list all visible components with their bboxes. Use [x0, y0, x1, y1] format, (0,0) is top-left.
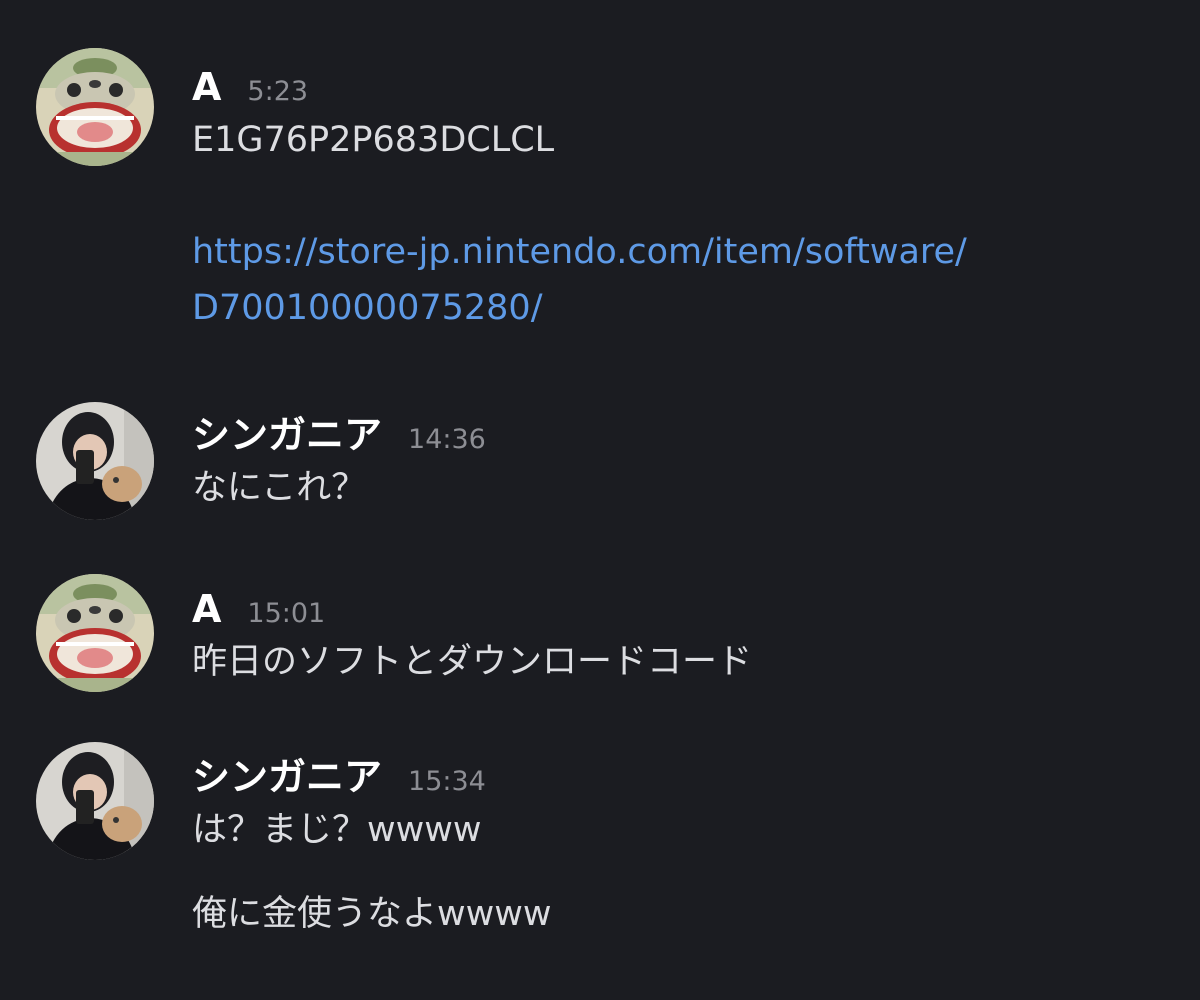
- store-link-line[interactable]: https://store-jp.nintendo.com/item/softw…: [192, 224, 1180, 280]
- message-header: シンガニア 14:36: [192, 410, 1180, 460]
- message-text: は？まじ？wwww: [192, 810, 482, 850]
- username[interactable]: A: [192, 584, 221, 634]
- person-photo-avatar[interactable]: [36, 402, 154, 520]
- message-content: シンガニア 14:36 なにこれ？: [192, 410, 1180, 516]
- username[interactable]: シンガニア: [192, 752, 382, 802]
- timestamp: 5:23: [247, 76, 309, 107]
- message-text: なにこれ？: [192, 468, 367, 508]
- message-text: 昨日のソフトとダウンロードコード: [192, 642, 753, 682]
- person-photo-avatar[interactable]: [36, 742, 154, 860]
- message-text: 俺に金使うなよwwww: [192, 894, 552, 934]
- store-link-line[interactable]: D70010000075280/: [192, 280, 1180, 336]
- username[interactable]: シンガニア: [192, 410, 382, 460]
- message-content: A 15:01 昨日のソフトとダウンロードコード: [192, 584, 1180, 690]
- store-link[interactable]: https://store-jp.nintendo.com/item/softw…: [192, 224, 1180, 336]
- message-header: A 15:01: [192, 584, 1180, 634]
- username[interactable]: A: [192, 62, 221, 112]
- timestamp: 15:34: [408, 766, 486, 797]
- cartoon-face-avatar[interactable]: [36, 574, 154, 692]
- cartoon-face-avatar[interactable]: [36, 48, 154, 166]
- timestamp: 15:01: [247, 598, 326, 629]
- message-header: シンガニア 15:34: [192, 752, 1180, 802]
- message-content: A 5:23 E1G76P2P683DCLCL https://store-jp…: [192, 62, 1180, 336]
- message-text: E1G76P2P683DCLCL: [192, 120, 555, 160]
- message-header: A 5:23: [192, 62, 1180, 112]
- timestamp: 14:36: [408, 424, 486, 455]
- message-content: シンガニア 15:34 は？まじ？wwww 俺に金使うなよwwww: [192, 752, 1180, 942]
